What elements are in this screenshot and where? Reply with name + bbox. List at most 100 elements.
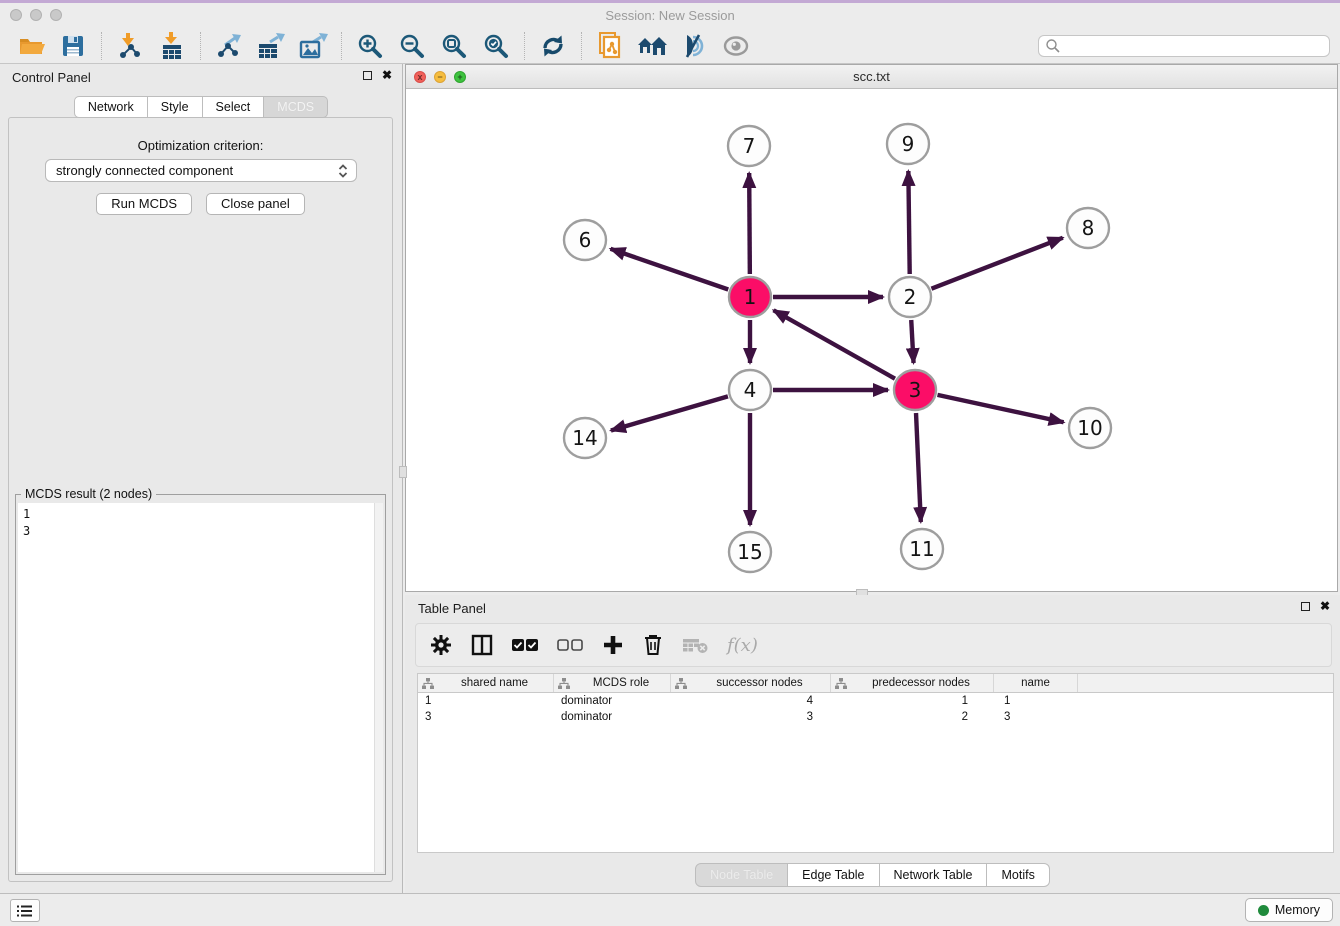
close-panel-button[interactable]: Close panel (206, 193, 305, 215)
tab-select[interactable]: Select (203, 96, 265, 118)
list-icon (17, 904, 33, 918)
refresh-icon[interactable] (537, 31, 569, 61)
window-close-button[interactable] (10, 9, 22, 21)
tab-motifs[interactable]: Motifs (987, 863, 1049, 887)
column-header-name[interactable]: name (994, 674, 1078, 692)
network-maximize-button[interactable]: + (454, 71, 466, 83)
graph-node-9[interactable]: 9 (887, 124, 929, 164)
window-zoom-button[interactable] (50, 9, 62, 21)
export-network-icon[interactable] (213, 31, 245, 61)
cell-predecessor_nodes[interactable]: 2 (831, 709, 994, 725)
column-header-shared-name[interactable]: shared name (418, 674, 554, 692)
mcds-result-list[interactable]: 13 (18, 503, 383, 872)
export-image-icon[interactable] (297, 31, 329, 61)
column-header-predecessor-nodes[interactable]: predecessor nodes (831, 674, 994, 692)
node-table-body[interactable]: 1dominator4113dominator323 (418, 693, 1333, 725)
select-all-checkboxes-icon[interactable] (512, 632, 538, 658)
result-scrollbar[interactable] (374, 503, 383, 872)
node-table-header[interactable]: shared nameMCDS rolesuccessor nodesprede… (418, 674, 1333, 693)
open-file-icon[interactable] (15, 31, 47, 61)
graph-node-6[interactable]: 6 (564, 220, 606, 260)
svg-text:10: 10 (1077, 416, 1102, 440)
cell-name[interactable]: 3 (994, 709, 1078, 725)
search-field[interactable] (1038, 35, 1330, 57)
graph-node-8[interactable]: 8 (1067, 208, 1109, 248)
graph-node-3[interactable]: 3 (894, 370, 936, 410)
graph-node-15[interactable]: 15 (729, 532, 771, 572)
zoom-out-icon[interactable] (396, 31, 428, 61)
zoom-in-icon[interactable] (354, 31, 386, 61)
float-table-panel-icon[interactable] (1301, 602, 1310, 611)
search-input[interactable] (1061, 39, 1329, 53)
cell-predecessor_nodes[interactable]: 1 (831, 693, 994, 709)
close-panel-icon[interactable]: ✖ (382, 69, 392, 81)
hide-graphics-details-icon[interactable] (678, 31, 710, 61)
mcds-tab-content: Optimization criterion: strongly connect… (8, 117, 393, 882)
graph-node-2[interactable]: 2 (889, 277, 931, 317)
graph-edge-1-7[interactable] (749, 173, 750, 274)
cell-mcds_role[interactable]: dominator (554, 709, 671, 725)
graph-edge-2-8[interactable] (931, 238, 1062, 289)
first-neighbors-icon[interactable] (636, 31, 668, 61)
graph-node-1[interactable]: 1 (729, 277, 771, 317)
network-minimize-button[interactable]: − (434, 71, 446, 83)
graph-edge-3-11[interactable] (916, 413, 921, 522)
tab-mcds[interactable]: MCDS (264, 96, 328, 118)
graph-node-10[interactable]: 10 (1069, 408, 1111, 448)
graph-node-4[interactable]: 4 (729, 370, 771, 410)
table-settings-icon[interactable] (430, 632, 452, 658)
table-row[interactable]: 3dominator323 (418, 709, 1333, 725)
cell-successor_nodes[interactable]: 4 (671, 693, 831, 709)
zoom-fit-icon[interactable] (438, 31, 470, 61)
memory-button[interactable]: Memory (1245, 898, 1333, 922)
run-mcds-button[interactable]: Run MCDS (96, 193, 192, 215)
control-panel-tabs: NetworkStyleSelectMCDS (0, 96, 402, 118)
cell-shared_name[interactable]: 1 (418, 693, 554, 709)
graph-edge-1-6[interactable] (611, 249, 729, 290)
cell-shared_name[interactable]: 3 (418, 709, 554, 725)
graph-edge-3-1[interactable] (774, 310, 895, 378)
task-history-button[interactable] (10, 899, 40, 922)
graph-edge-2-3[interactable] (911, 320, 913, 363)
network-window-titlebar[interactable]: x − + scc.txt (406, 65, 1337, 89)
tab-network[interactable]: Network (74, 96, 148, 118)
import-network-icon[interactable] (114, 31, 146, 61)
float-panel-icon[interactable] (363, 71, 372, 80)
vertical-splitter-handle[interactable] (399, 466, 407, 478)
close-table-panel-icon[interactable]: ✖ (1320, 600, 1330, 612)
clone-network-icon[interactable] (594, 31, 626, 61)
criterion-dropdown[interactable]: strongly connected component (45, 159, 357, 182)
tab-edge-table[interactable]: Edge Table (788, 863, 879, 887)
delete-column-icon[interactable] (643, 632, 663, 658)
node-table[interactable]: shared nameMCDS rolesuccessor nodesprede… (417, 673, 1334, 853)
graph-edge-2-9[interactable] (908, 171, 909, 274)
network-close-button[interactable]: x (414, 71, 426, 83)
table-row[interactable]: 1dominator411 (418, 693, 1333, 709)
graph-node-14[interactable]: 14 (564, 418, 606, 458)
titlebar: Session: New Session (0, 3, 1340, 28)
deselect-all-checkboxes-icon[interactable] (557, 632, 583, 658)
zoom-selected-icon[interactable] (480, 31, 512, 61)
graph-edge-4-14[interactable] (611, 396, 728, 430)
dropdown-stepper-icon (338, 163, 348, 179)
tab-style[interactable]: Style (148, 96, 203, 118)
column-header-MCDS-role[interactable]: MCDS role (554, 674, 671, 692)
tab-node-table[interactable]: Node Table (695, 863, 788, 887)
cell-name[interactable]: 1 (994, 693, 1078, 709)
window-minimize-button[interactable] (30, 9, 42, 21)
add-column-icon[interactable] (602, 632, 624, 658)
column-view-icon[interactable] (471, 632, 493, 658)
save-session-icon[interactable] (57, 31, 89, 61)
export-table-icon[interactable] (255, 31, 287, 61)
import-table-icon[interactable] (156, 31, 188, 61)
column-header-successor-nodes[interactable]: successor nodes (671, 674, 831, 692)
cell-mcds_role[interactable]: dominator (554, 693, 671, 709)
tab-network-table[interactable]: Network Table (880, 863, 988, 887)
network-canvas[interactable]: 7 9 6 8 1 2 4 3 14 10 15 11 (406, 89, 1337, 591)
svg-text:4: 4 (744, 378, 757, 402)
cell-successor_nodes[interactable]: 3 (671, 709, 831, 725)
graph-node-7[interactable]: 7 (728, 126, 770, 166)
toolbar-separator (581, 32, 582, 60)
graph-node-11[interactable]: 11 (901, 529, 943, 569)
graph-edge-3-10[interactable] (937, 395, 1063, 422)
